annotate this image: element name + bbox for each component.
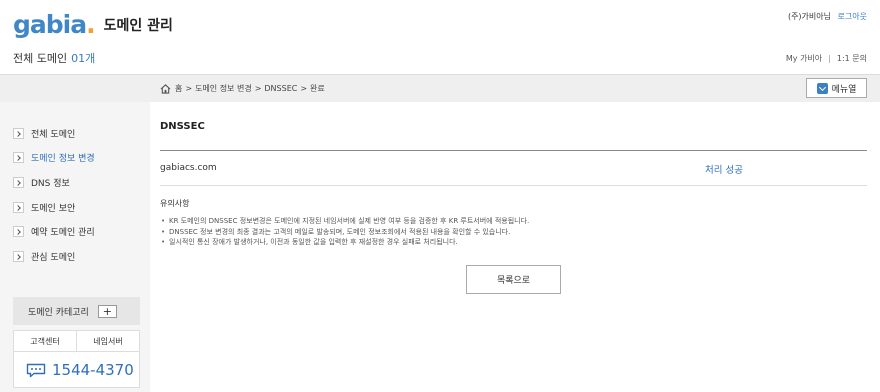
sidebar-item-domain-info-change[interactable]: 도메인 정보 변경 — [13, 146, 95, 171]
inquiry-link[interactable]: 1:1 문의 — [837, 54, 867, 63]
sidebar-item-reserved-domains[interactable]: 예약 도메인 관리 — [13, 219, 95, 244]
logout-link[interactable]: 로그아웃 — [838, 12, 867, 21]
breadcrumb-separator: > — [300, 84, 308, 93]
chevron-right-icon — [13, 226, 24, 238]
list-item: 일시적인 통신 장애가 발생하거나, 이전과 동일한 값을 입력한 후 재설정한… — [160, 237, 529, 248]
list-item: KR 도메인의 DNSSEC 정보변경은 도메인에 지정된 네임서버에 실제 반… — [160, 216, 529, 227]
menu-open-button[interactable]: 메뉴열 — [806, 78, 867, 98]
app-title: 도메인 관리 — [103, 18, 173, 34]
domain-category-label: 도메인 카테고리 — [28, 307, 89, 318]
chevron-right-icon — [13, 152, 24, 164]
user-area: (주)가비아님 로그아웃 — [788, 11, 867, 22]
sidebar-nav: 전체 도메인 도메인 정보 변경 DNS 정보 도메인 보안 예약 도메인 관리… — [13, 121, 95, 269]
sidebar-item-watched-domains[interactable]: 관심 도메인 — [13, 244, 95, 269]
sidebar-item-label: DNS 정보 — [31, 178, 70, 189]
result-table: gabiacs.com 처리 성공 — [160, 150, 867, 186]
sidebar-item-label: 예약 도메인 관리 — [31, 228, 95, 239]
sidebar-item-dns-info[interactable]: DNS 정보 — [13, 170, 95, 195]
chevron-right-icon — [13, 176, 24, 188]
page-title: DNSSEC — [160, 121, 205, 132]
status-badge: 처리 성공 — [705, 165, 743, 176]
sidebar-item-domain-security[interactable]: 도메인 보안 — [13, 195, 95, 220]
chevron-right-icon — [13, 201, 24, 213]
sub-links: My 가비아 | 1:1 문의 — [786, 53, 867, 64]
domain-category: 도메인 카테고리 + — [13, 297, 140, 325]
domain-count: 전체 도메인 01개 — [13, 50, 95, 66]
phone-number: 1544-4370 — [52, 361, 134, 379]
notice-title: 유의사항 — [160, 199, 190, 208]
breadcrumb-domain-info[interactable]: 도메인 정보 변경 — [195, 83, 252, 94]
tab-name-server[interactable]: 네임서버 — [77, 331, 139, 351]
menu-open-label: 메뉴열 — [831, 84, 857, 95]
breadcrumb-home[interactable]: 홈 — [175, 83, 182, 94]
breadcrumb-complete: 완료 — [310, 84, 325, 93]
notice-list: KR 도메인의 DNSSEC 정보변경은 도메인에 지정된 네임서버에 실제 반… — [160, 216, 529, 248]
user-name: (주)가비아님 — [787, 12, 831, 21]
sidebar: 전체 도메인 도메인 정보 변경 DNS 정보 도메인 보안 예약 도메인 관리… — [0, 102, 150, 392]
breadcrumb-band: 홈 > 도메인 정보 변경 > DNSSEC > 완료 메뉴열 — [0, 74, 880, 102]
support-tabs: 고객센터 네임서버 — [14, 331, 139, 352]
my-gabia-link[interactable]: My 가비아 — [786, 54, 822, 63]
sidebar-item-label: 도메인 보안 — [31, 203, 76, 214]
chevron-right-icon — [13, 250, 24, 262]
sidebar-item-label: 전체 도메인 — [31, 129, 76, 140]
breadcrumb: 홈 > 도메인 정보 변경 > DNSSEC > 완료 — [160, 83, 325, 94]
chevron-right-icon — [13, 127, 24, 139]
list-item: DNSSEC 정보 변경의 최종 결과는 고객의 메일로 발송되며, 도메인 정… — [160, 227, 529, 238]
support-phone: 1544-4370 — [14, 352, 139, 388]
domain-count-label: 전체 도메인 — [13, 52, 68, 65]
add-category-button[interactable]: + — [97, 304, 117, 318]
chat-icon — [26, 363, 46, 377]
logo[interactable]: gabia. 도메인 관리 — [13, 10, 173, 39]
domain-count-value[interactable]: 01개 — [71, 52, 95, 65]
back-to-list-button[interactable]: 목록으로 — [466, 265, 561, 294]
link-separator: | — [828, 54, 831, 63]
sidebar-item-all-domains[interactable]: 전체 도메인 — [13, 121, 95, 146]
home-icon[interactable] — [160, 83, 171, 94]
support-box: 고객센터 네임서버 1544-4370 — [13, 330, 140, 388]
breadcrumb-dnssec[interactable]: DNSSEC — [264, 84, 297, 93]
breadcrumb-separator: > — [185, 84, 193, 93]
header: gabia. 도메인 관리 (주)가비아님 로그아웃 전체 도메인 01개 My … — [0, 0, 880, 74]
sidebar-item-label: 도메인 정보 변경 — [31, 154, 95, 165]
chevron-down-icon — [816, 82, 828, 94]
breadcrumb-separator: > — [254, 84, 262, 93]
sidebar-item-label: 관심 도메인 — [31, 252, 76, 263]
tab-customer-center[interactable]: 고객센터 — [14, 331, 77, 351]
result-domain: gabiacs.com — [160, 163, 217, 173]
logo-text: gabia. — [13, 10, 96, 39]
